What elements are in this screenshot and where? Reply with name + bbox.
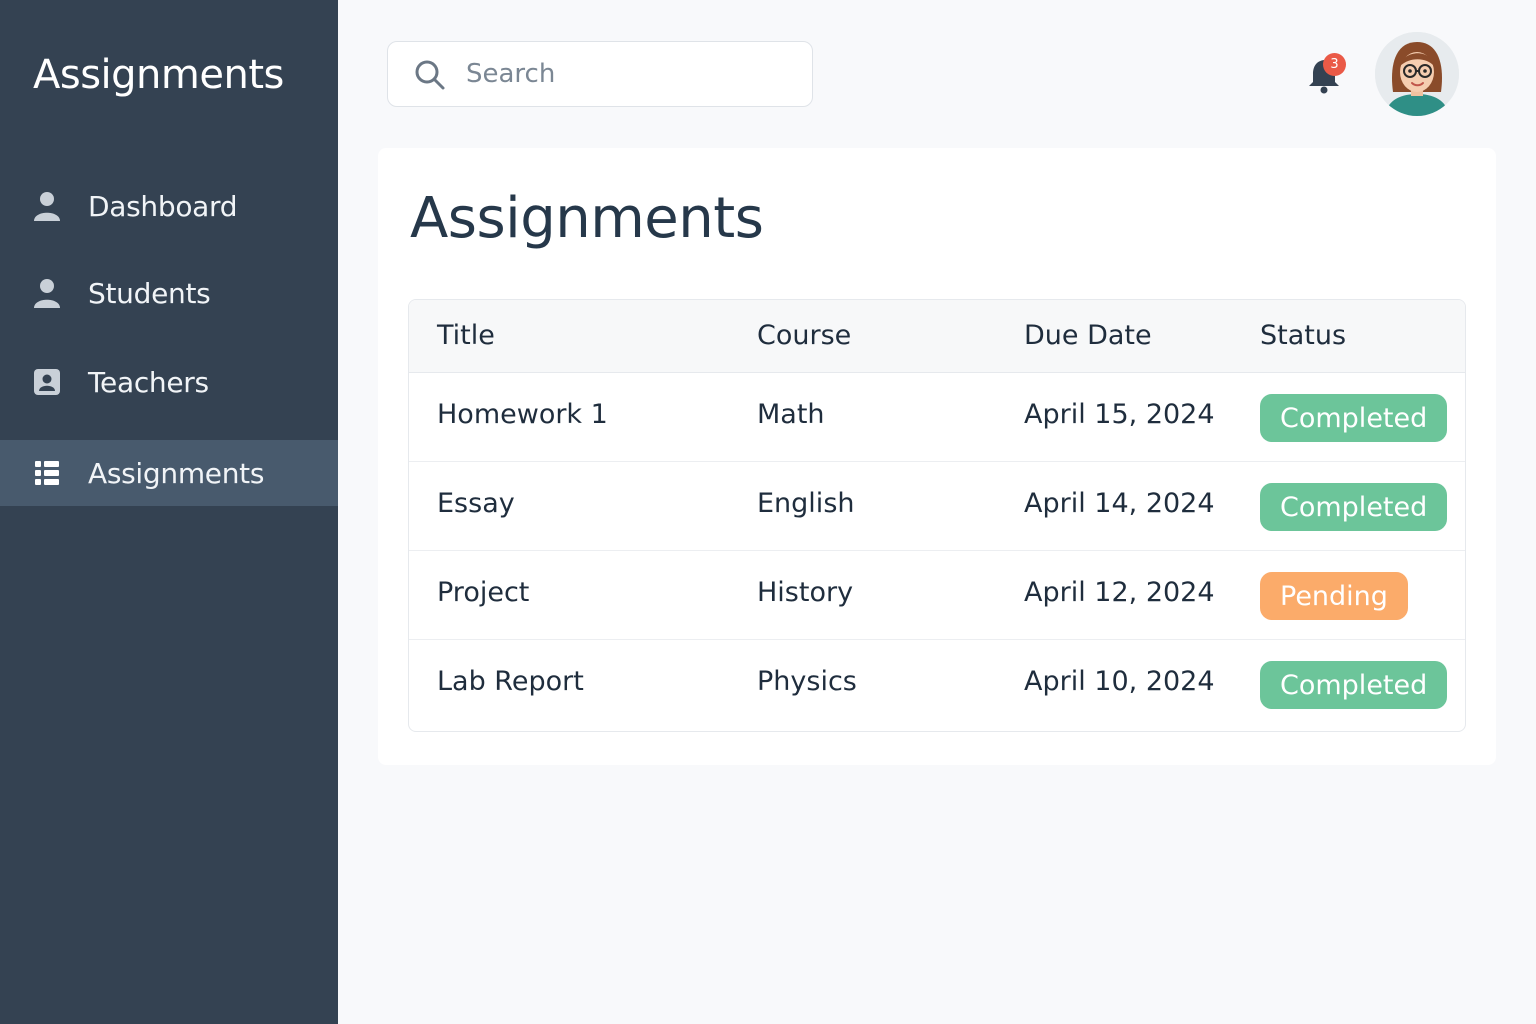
notification-badge: 3: [1323, 53, 1346, 76]
avatar[interactable]: [1375, 32, 1459, 116]
cell-course: Math: [757, 399, 825, 430]
search-icon: [414, 59, 446, 91]
column-header-title[interactable]: Title: [437, 320, 495, 351]
list-icon: [33, 457, 61, 489]
column-header-status[interactable]: Status: [1260, 320, 1346, 351]
status-badge: Completed: [1260, 483, 1448, 531]
sidebar-item-label: Assignments: [88, 456, 265, 490]
status-badge: Pending: [1260, 572, 1408, 620]
page-title: Assignments: [410, 186, 764, 251]
cell-course: Physics: [757, 666, 857, 697]
column-header-due-date[interactable]: Due Date: [1024, 320, 1152, 351]
cell-due-date: April 14, 2024: [1024, 488, 1215, 519]
cell-title: Homework 1: [437, 399, 608, 430]
sidebar-item-label: Students: [88, 276, 211, 310]
column-header-course[interactable]: Course: [757, 320, 851, 351]
table-row[interactable]: Essay English April 14, 2024 Completed: [409, 462, 1465, 551]
user-icon: [33, 277, 61, 309]
cell-course: History: [757, 577, 854, 608]
user-icon: [33, 190, 61, 222]
table-row[interactable]: Lab Report Physics April 10, 2024 Comple…: [409, 640, 1465, 729]
sidebar-item-teachers[interactable]: Teachers: [0, 349, 338, 415]
cell-title: Project: [437, 577, 530, 608]
status-badge: Completed: [1260, 661, 1448, 709]
search-input[interactable]: [466, 52, 786, 96]
sidebar-item-label: Dashboard: [88, 189, 238, 223]
sidebar-title: Assignments: [33, 52, 284, 98]
sidebar-item-label: Teachers: [88, 365, 209, 399]
table-header: Title Course Due Date Status: [409, 300, 1465, 373]
id-card-icon: [33, 366, 61, 398]
sidebar-item-assignments[interactable]: Assignments: [0, 440, 338, 506]
cell-course: English: [757, 488, 855, 519]
cell-due-date: April 10, 2024: [1024, 666, 1215, 697]
assignments-table: Title Course Due Date Status Homework 1 …: [408, 299, 1466, 732]
table-row[interactable]: Project History April 12, 2024 Pending: [409, 551, 1465, 640]
status-badge: Completed: [1260, 394, 1448, 442]
cell-title: Essay: [437, 488, 515, 519]
search-box[interactable]: [387, 41, 813, 107]
cell-due-date: April 15, 2024: [1024, 399, 1215, 430]
cell-title: Lab Report: [437, 666, 584, 697]
sidebar-item-dashboard[interactable]: Dashboard: [0, 173, 338, 239]
cell-due-date: April 12, 2024: [1024, 577, 1215, 608]
sidebar: Assignments Dashboard Students Teachers …: [0, 0, 338, 1024]
sidebar-item-students[interactable]: Students: [0, 260, 338, 326]
table-row[interactable]: Homework 1 Math April 15, 2024 Completed: [409, 373, 1465, 462]
